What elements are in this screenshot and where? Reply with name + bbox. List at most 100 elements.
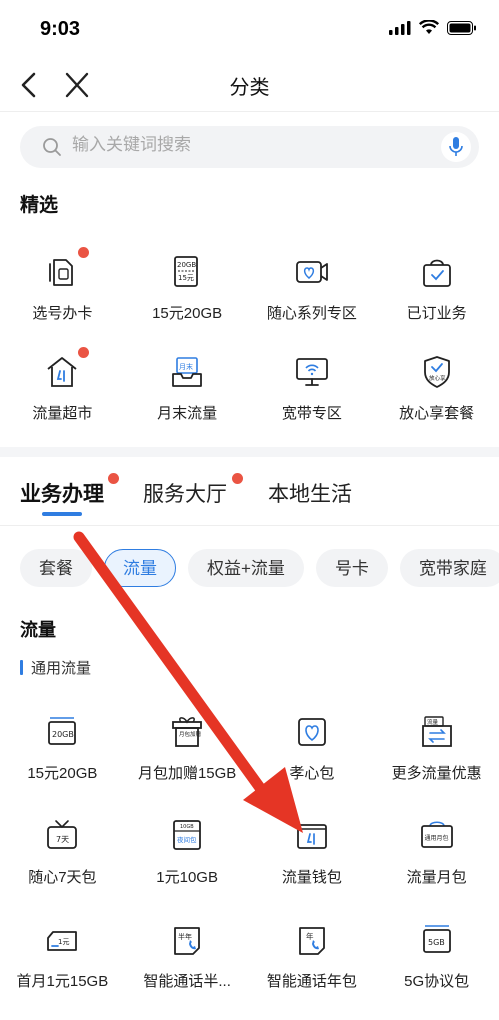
traffic-item-monthly-bonus[interactable]: 月包加赠 月包加赠15GB (125, 700, 250, 804)
traffic-item-label: 5G协议包 (404, 973, 470, 990)
featured-item-label: 放心享套餐 (399, 405, 475, 422)
chip-rights-data[interactable]: 权益+流量 (188, 549, 304, 587)
svg-text:20GB: 20GB (52, 730, 74, 739)
traffic-subheading: 通用流量 (20, 657, 91, 678)
data-store-icon (44, 354, 80, 390)
gift-box-icon: 月包加赠 (169, 714, 205, 750)
monthly-pack-icon: 通用月包 (419, 818, 455, 854)
search-input[interactable] (72, 135, 412, 155)
traffic-item-label: 智能通话年包 (266, 973, 357, 990)
tab-local-life[interactable]: 本地生活 (268, 478, 352, 508)
year-call-icon: 年 (294, 922, 330, 958)
featured-item-label: 月末流量 (157, 405, 218, 422)
traffic-item-label: 15元20GB (27, 765, 98, 782)
chip-data[interactable]: 流量 (104, 549, 176, 587)
video-heart-icon (294, 254, 330, 290)
chip-broadband-home[interactable]: 宽带家庭 (399, 549, 499, 587)
svg-text:15元: 15元 (178, 274, 194, 282)
traffic-item-15yuan-20gb[interactable]: 20GB 15元20GB (0, 700, 125, 804)
active-tab-indicator (42, 512, 82, 516)
chip-package[interactable]: 套餐 (20, 549, 92, 587)
tab-dot (232, 473, 243, 484)
svg-text:1元: 1元 (58, 938, 69, 946)
data-20gb-card-icon: 20GB (44, 714, 80, 750)
status-icons (389, 20, 477, 35)
traffic-item-label: 随心7天包 (28, 869, 97, 886)
section-divider (0, 447, 499, 457)
svg-text:流量: 流量 (427, 718, 439, 726)
traffic-item-label: 1元10GB (156, 869, 218, 886)
traffic-item-smart-call-year[interactable]: 年 智能通话年包 (250, 908, 375, 1012)
tv-7day-icon: 7天 (44, 818, 80, 854)
traffic-item-filial-pack[interactable]: 孝心包 (250, 700, 375, 804)
microphone-icon (449, 137, 463, 156)
svg-text:半年: 半年 (178, 932, 192, 941)
svg-text:放心享: 放心享 (429, 374, 446, 382)
svg-text:通用月包: 通用月包 (424, 834, 448, 842)
search-icon (43, 138, 61, 156)
wifi-icon (419, 20, 439, 34)
featured-item-suixin-zone[interactable]: 随心系列专区 (250, 240, 375, 340)
chip-number-card[interactable]: 号卡 (315, 549, 388, 587)
5g-pack-icon: 5GB (419, 922, 455, 958)
svg-text:月末: 月末 (179, 362, 193, 371)
nav-bar: 分类 (0, 58, 499, 112)
featured-section-title: 精选 (20, 195, 59, 216)
featured-item-worry-free-plan[interactable]: 放心享 放心享套餐 (374, 340, 499, 440)
traffic-item-5g-pack[interactable]: 5GB 5G协议包 (374, 908, 499, 1012)
featured-item-dot (78, 347, 89, 358)
featured-item-subscribed[interactable]: 已订业务 (374, 240, 499, 340)
featured-item-label: 已订业务 (406, 305, 467, 322)
svg-text:10GB: 10GB (180, 824, 194, 830)
featured-item-month-end[interactable]: 月末 月末流量 (125, 340, 250, 440)
status-time: 9:03 (40, 18, 81, 40)
svg-text:20GB: 20GB (177, 261, 196, 269)
svg-text:夜间包: 夜间包 (177, 835, 197, 844)
subscribed-bag-icon (419, 254, 455, 290)
traffic-item-more-offers[interactable]: 流量 更多流量优惠 (374, 700, 499, 804)
voice-search-button[interactable] (441, 132, 471, 162)
featured-grid: 选号办卡 20GB 15元 15元 20GB 随心系列专区 已订业务 流量超市 月… (0, 240, 499, 440)
tab-business[interactable]: 业务办理 (20, 478, 104, 508)
featured-item-label: 选号办卡 (32, 305, 93, 322)
search-bar[interactable] (20, 126, 479, 168)
shield-plan-icon: 放心享 (419, 354, 455, 390)
data-20gb-icon: 20GB 15元 (169, 254, 205, 290)
svg-text:月包加赠: 月包加赠 (179, 730, 201, 738)
battery-icon (447, 20, 476, 35)
traffic-item-label: 首月1元15GB (16, 973, 109, 990)
featured-item-15yuan-20gb[interactable]: 20GB 15元 15元 20GB (125, 240, 250, 340)
traffic-grid: 20GB 15元20GB 月包加赠 月包加赠15GB 孝心包 流量 更多流量优惠… (0, 700, 499, 1012)
featured-item-label: 宽带专区 (281, 405, 342, 422)
signal-icon (389, 20, 411, 35)
svg-text:年: 年 (306, 931, 314, 941)
traffic-item-label: 月包加赠15GB (137, 765, 237, 782)
svg-text:7天: 7天 (56, 835, 69, 844)
featured-item-broadband[interactable]: 宽带专区 (250, 340, 375, 440)
svg-text:5GB: 5GB (428, 938, 445, 947)
category-tabs: 业务办理 服务大厅 本地生活 (0, 468, 499, 526)
night-pack-icon: 10GB 夜间包 (169, 818, 205, 854)
traffic-section-title: 流量 (20, 620, 56, 640)
traffic-item-monthly-pack[interactable]: 通用月包 流量月包 (374, 804, 499, 908)
exchange-icon: 流量 (419, 714, 455, 750)
subheading-label: 通用流量 (31, 660, 92, 677)
traffic-item-suixin-7day[interactable]: 7天 随心7天包 (0, 804, 125, 908)
month-end-icon: 月末 (169, 354, 205, 390)
traffic-item-label: 流量月包 (406, 869, 467, 886)
featured-item-dot (78, 247, 89, 258)
sim-card-icon (44, 254, 80, 290)
heart-card-icon (294, 714, 330, 750)
featured-item-label: 随心系列专区 (266, 305, 357, 322)
traffic-item-data-wallet[interactable]: 流量钱包 (250, 804, 375, 908)
traffic-item-smart-call-half-year[interactable]: 半年 智能通话半... (125, 908, 250, 1012)
traffic-item-first-month[interactable]: 1元 首月1元15GB (0, 908, 125, 1012)
subheading-accent-bar (20, 660, 23, 675)
broadband-icon (294, 354, 330, 390)
traffic-item-1yuan-10gb[interactable]: 10GB 夜间包 1元10GB (125, 804, 250, 908)
tab-service-hall[interactable]: 服务大厅 (143, 478, 227, 508)
traffic-item-label: 智能通话半... (143, 973, 231, 990)
half-year-call-icon: 半年 (169, 922, 205, 958)
featured-item-data-store[interactable]: 流量超市 (0, 340, 125, 440)
featured-item-select-number[interactable]: 选号办卡 (0, 240, 125, 340)
